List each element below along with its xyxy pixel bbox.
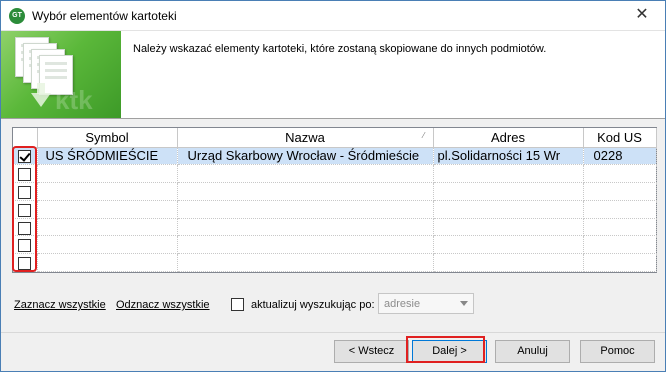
cell-kod bbox=[583, 200, 657, 219]
cell-nazwa bbox=[177, 235, 434, 255]
footer-divider bbox=[1, 332, 665, 333]
table-header-row: Symbol Nazwa ⁄ Adres Kod US bbox=[13, 128, 657, 148]
search-by-select[interactable]: adresie bbox=[378, 293, 474, 314]
row-checkbox-cell bbox=[13, 235, 38, 255]
cell-symbol: US ŚRÓDMIEŚCIE bbox=[37, 147, 178, 166]
wizard-banner-image: ktk bbox=[1, 31, 121, 118]
cell-symbol bbox=[37, 235, 178, 255]
cell-kod bbox=[583, 164, 657, 184]
update-search-checkbox[interactable] bbox=[231, 298, 244, 311]
table-row[interactable] bbox=[13, 235, 657, 255]
cancel-button[interactable]: Anuluj bbox=[495, 340, 570, 363]
cell-nazwa bbox=[177, 164, 434, 184]
next-button[interactable]: Dalej > bbox=[412, 340, 487, 363]
cell-adres bbox=[433, 253, 584, 273]
row-checkbox-cell bbox=[13, 147, 38, 166]
elements-table: Symbol Nazwa ⁄ Adres Kod US US ŚRÓDMIEŚC… bbox=[13, 128, 657, 273]
cell-symbol bbox=[37, 253, 178, 273]
cell-kod bbox=[583, 253, 657, 273]
cell-nazwa bbox=[177, 218, 434, 237]
row-checkbox[interactable] bbox=[18, 168, 32, 182]
deselect-all-link[interactable]: Odznacz wszystkie bbox=[116, 299, 210, 311]
dialog-window: GT Wybór elementów kartoteki ✕ ktk Należ… bbox=[0, 0, 666, 372]
select-all-link[interactable]: Zaznacz wszystkie bbox=[14, 299, 106, 311]
back-button[interactable]: < Wstecz bbox=[334, 340, 409, 363]
column-header-nazwa-label: Nazwa bbox=[285, 129, 325, 145]
cell-nazwa: Urząd Skarbowy Wrocław - Śródmieście bbox=[177, 147, 434, 166]
cell-adres bbox=[433, 164, 584, 184]
table-row[interactable] bbox=[13, 218, 657, 237]
row-checkbox[interactable] bbox=[18, 203, 32, 217]
column-header-kod-us[interactable]: Kod US bbox=[583, 128, 657, 148]
banner-watermark: ktk bbox=[55, 85, 93, 115]
cell-kod: 0228 bbox=[583, 147, 657, 166]
row-checkbox-cell bbox=[13, 164, 38, 184]
row-checkbox[interactable] bbox=[18, 257, 32, 271]
search-by-value: adresie bbox=[384, 298, 421, 310]
row-checkbox[interactable] bbox=[18, 186, 32, 200]
elements-grid: Symbol Nazwa ⁄ Adres Kod US US ŚRÓDMIEŚC… bbox=[12, 127, 657, 273]
header-panel: ktk Należy wskazać elementy kartoteki, k… bbox=[1, 31, 665, 119]
instruction-text: Należy wskazać elementy kartoteki, które… bbox=[133, 43, 547, 55]
row-checkbox-cell bbox=[13, 253, 38, 273]
sort-indicator-icon: ⁄ bbox=[423, 131, 425, 140]
arrow-down-icon bbox=[31, 93, 51, 107]
table-row[interactable] bbox=[13, 200, 657, 219]
cell-adres bbox=[433, 200, 584, 219]
table-row[interactable]: US ŚRÓDMIEŚCIE Urząd Skarbowy Wrocław - Ś… bbox=[13, 147, 657, 166]
row-checkbox-cell bbox=[13, 218, 38, 237]
cell-symbol bbox=[37, 218, 178, 237]
row-checkbox[interactable] bbox=[18, 239, 32, 253]
close-button[interactable]: ✕ bbox=[619, 1, 665, 31]
update-search-label: aktualizuj wyszukując po: bbox=[251, 299, 375, 311]
table-row[interactable] bbox=[13, 253, 657, 273]
cell-nazwa bbox=[177, 253, 434, 273]
cell-adres bbox=[433, 218, 584, 237]
cell-adres bbox=[433, 235, 584, 255]
cell-kod bbox=[583, 182, 657, 201]
help-button[interactable]: Pomoc bbox=[580, 340, 655, 363]
row-checkbox-cell bbox=[13, 182, 38, 201]
selection-controls: Zaznacz wszystkie Odznacz wszystkie aktu… bbox=[13, 293, 658, 316]
window-title: Wybór elementów kartoteki bbox=[32, 9, 177, 23]
cell-adres bbox=[433, 182, 584, 201]
table-row[interactable] bbox=[13, 164, 657, 184]
cell-nazwa bbox=[177, 182, 434, 201]
cell-kod bbox=[583, 218, 657, 237]
table-row[interactable] bbox=[13, 182, 657, 201]
cell-symbol bbox=[37, 182, 178, 201]
column-header-nazwa[interactable]: Nazwa ⁄ bbox=[177, 128, 434, 148]
cell-symbol bbox=[37, 200, 178, 219]
row-checkbox[interactable] bbox=[18, 150, 32, 164]
chevron-down-icon bbox=[460, 301, 468, 306]
cell-kod bbox=[583, 235, 657, 255]
column-header-adres[interactable]: Adres bbox=[433, 128, 584, 148]
cell-symbol bbox=[37, 164, 178, 184]
app-icon: GT bbox=[9, 8, 25, 24]
column-header-check[interactable] bbox=[13, 128, 38, 148]
row-checkbox-cell bbox=[13, 200, 38, 219]
title-bar: GT Wybór elementów kartoteki ✕ bbox=[1, 1, 665, 31]
column-header-symbol[interactable]: Symbol bbox=[37, 128, 178, 148]
table-body: US ŚRÓDMIEŚCIE Urząd Skarbowy Wrocław - Ś… bbox=[13, 147, 657, 273]
cell-nazwa bbox=[177, 200, 434, 219]
cell-adres: pl.Solidarności 15 Wr bbox=[433, 147, 584, 166]
row-checkbox[interactable] bbox=[18, 221, 32, 235]
